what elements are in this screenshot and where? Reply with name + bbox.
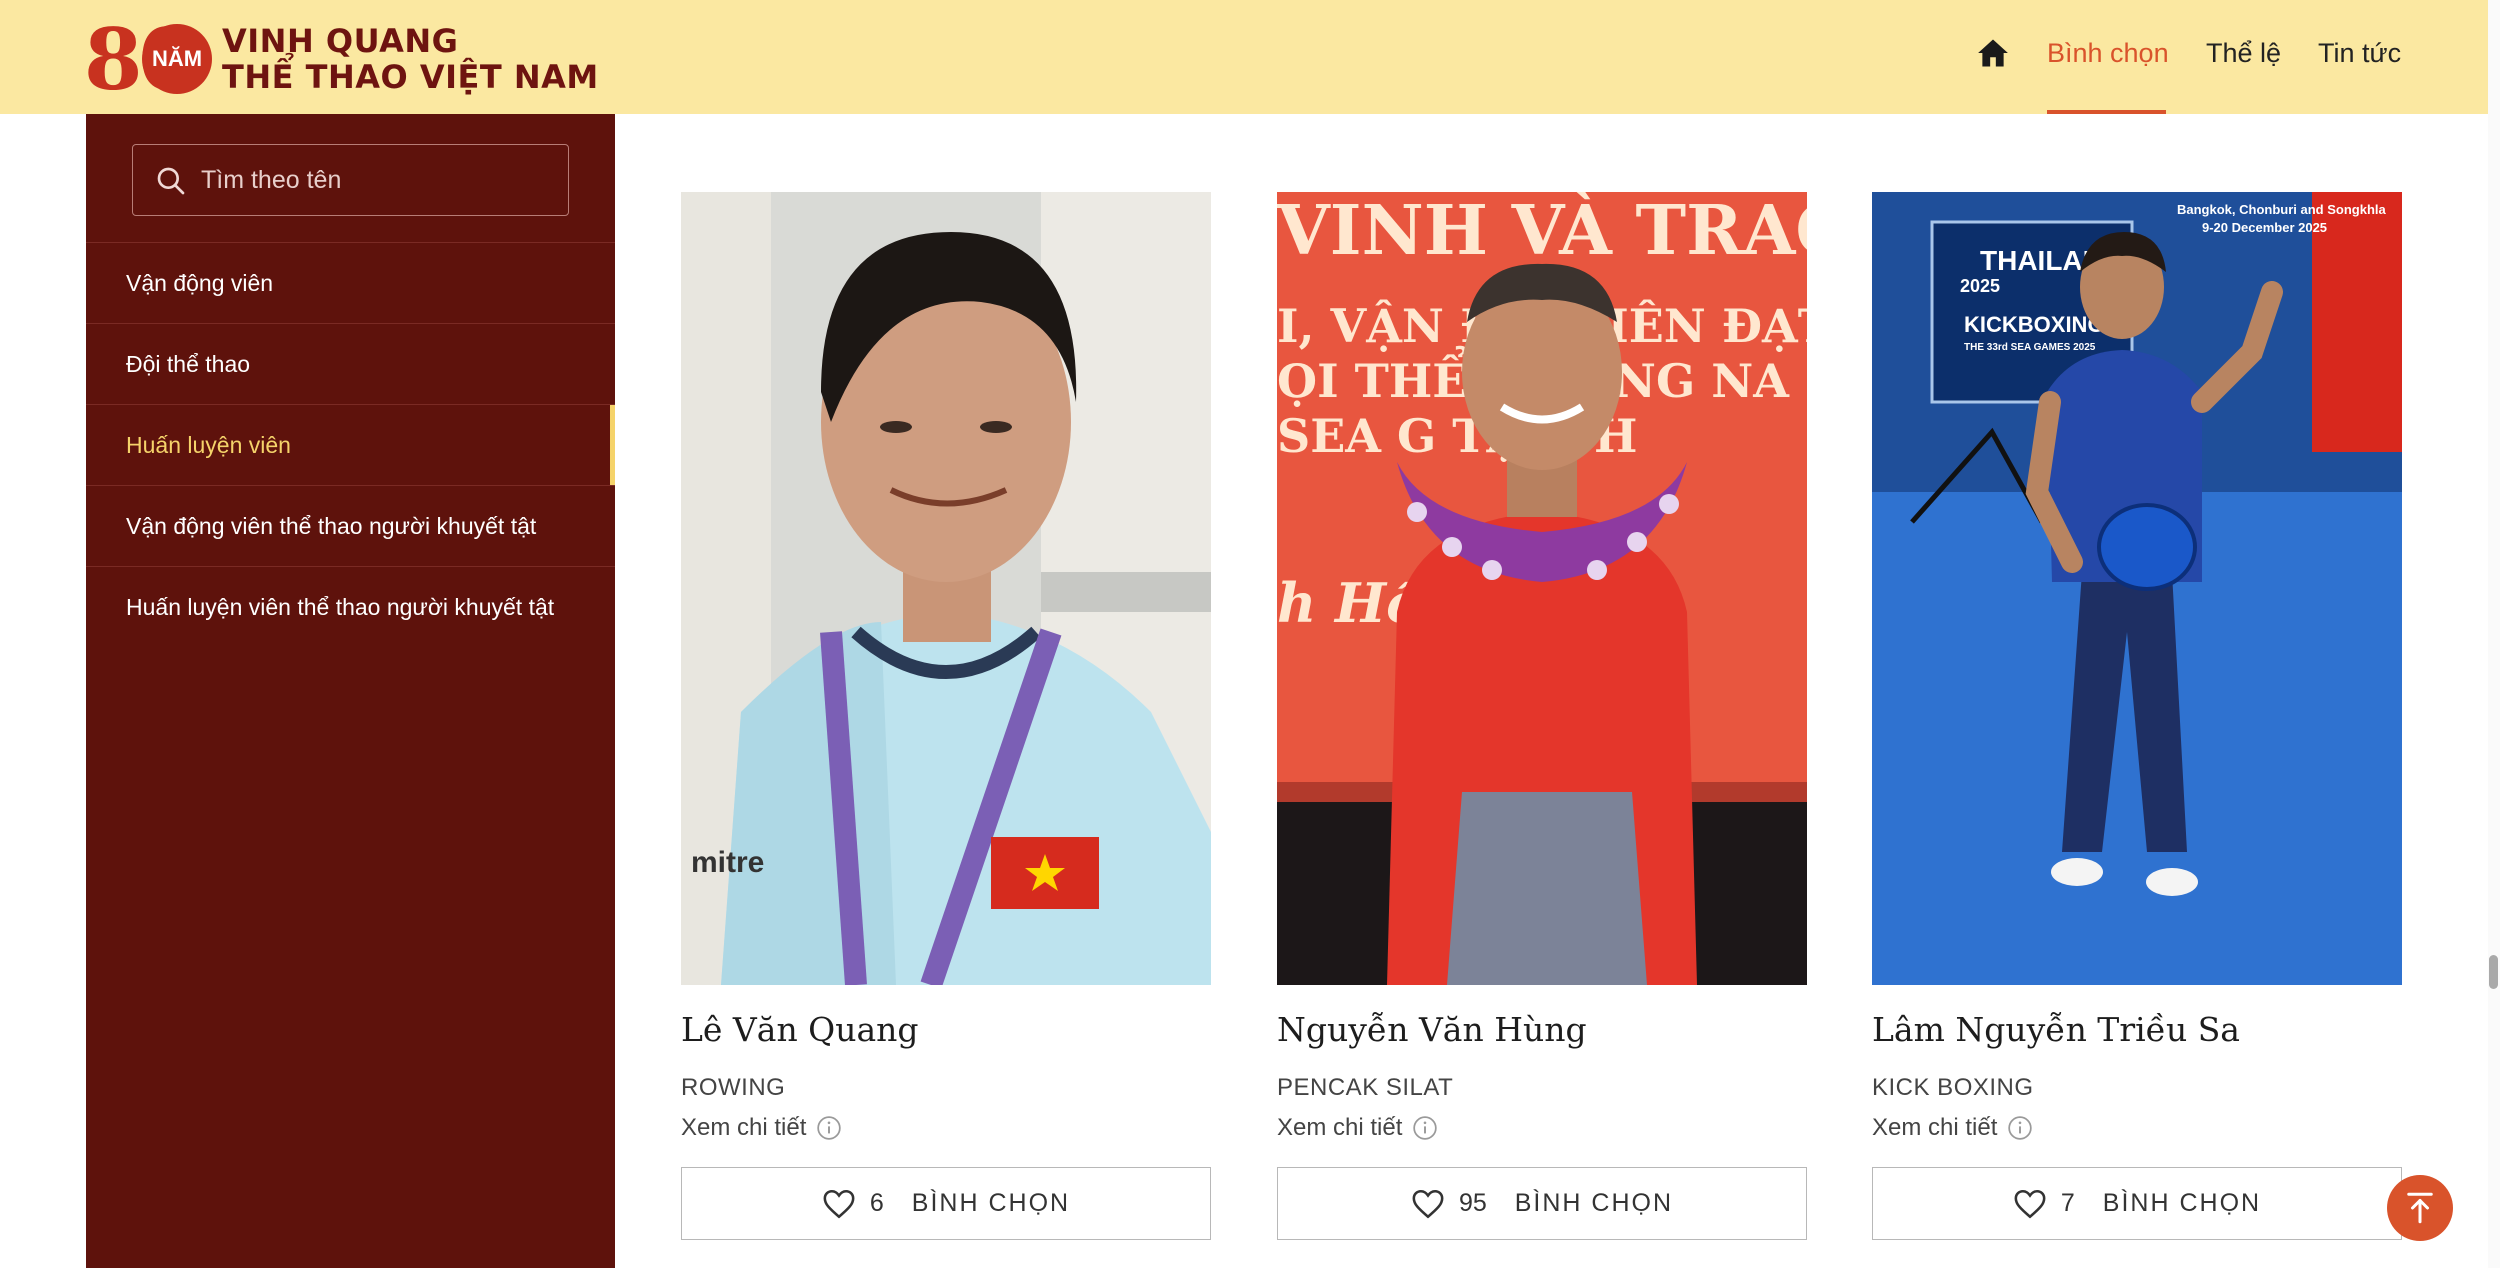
candidate-name: Nguyễn Văn Hùng	[1277, 1010, 1587, 1049]
banner-text: VINH VÀ TRAO	[1277, 192, 1807, 271]
logo-title-line2: THỂ THAO VIỆT NAM	[222, 58, 599, 96]
category-list: Vận động viên Đội thể thao Huấn luyện vi…	[86, 242, 615, 647]
view-detail-label: Xem chi tiết	[681, 1114, 807, 1141]
info-icon	[1413, 1116, 1438, 1140]
category-sidebar: Vận động viên Đội thể thao Huấn luyện vi…	[86, 114, 615, 1268]
vote-count: 6	[869, 1189, 884, 1217]
view-detail-label: Xem chi tiết	[1872, 1114, 1998, 1141]
logo-title-line1: VINH QUANG	[222, 22, 459, 60]
heart-icon	[2014, 1189, 2046, 1218]
heart-icon	[1412, 1189, 1444, 1218]
sign-text: Bangkok, Chonburi and Songkhla	[2177, 202, 2387, 217]
view-detail-link[interactable]: Xem chi tiết	[681, 1114, 842, 1142]
sign-text: KICKBOXING	[1964, 312, 2105, 337]
search-icon	[157, 167, 185, 195]
info-icon	[2008, 1116, 2033, 1140]
sidebar-item-huan-luyen-vien[interactable]: Huấn luyện viên	[86, 404, 615, 486]
sidebar-item-hlv-khuyet-tat[interactable]: Huấn luyện viên thể thao người khuyết tậ…	[86, 566, 615, 647]
candidate-photo[interactable]: mitre	[681, 192, 1211, 985]
site-header: 80 NĂM VINH QUANG THỂ THAO VIỆT NAM Bình…	[0, 0, 2488, 114]
nav-tin-tuc[interactable]: Tin tức	[2318, 38, 2401, 69]
arrow-up-icon	[2407, 1192, 2433, 1224]
search-box	[132, 144, 569, 216]
vote-button[interactable]: 95 BÌNH CHỌN	[1277, 1167, 1807, 1240]
candidate-sport: ROWING	[681, 1074, 786, 1101]
vote-count: 7	[2060, 1189, 2075, 1217]
nav-active-indicator	[2047, 110, 2166, 114]
search-input[interactable]	[201, 145, 551, 215]
sidebar-item-vdv-khuyet-tat[interactable]: Vận động viên thể thao người khuyết tật	[86, 485, 615, 566]
candidate-name: Lâm Nguyễn Triều Sa	[1872, 1010, 2240, 1049]
vote-button[interactable]: 7 BÌNH CHỌN	[1872, 1167, 2402, 1240]
vote-button[interactable]: 6 BÌNH CHỌN	[681, 1167, 1211, 1240]
view-detail-label: Xem chi tiết	[1277, 1114, 1403, 1141]
vote-label: BÌNH CHỌN	[2102, 1189, 2262, 1217]
vote-count: 95	[1458, 1189, 1487, 1217]
home-icon[interactable]	[1976, 36, 2010, 70]
page-scrollbar[interactable]	[2488, 0, 2500, 1268]
sign-text: THE 33rd SEA GAMES 2025	[1964, 342, 2096, 353]
nav-binh-chon[interactable]: Bình chọn	[2047, 38, 2169, 69]
sidebar-item-doi-the-thao[interactable]: Đội thể thao	[86, 323, 615, 404]
info-icon	[817, 1116, 842, 1140]
candidate-photo[interactable]: VINH VÀ TRAO I, VẬN Đ G VIÊN ĐẠT ỌI THỂ …	[1277, 192, 1807, 985]
candidate-sport: KICK BOXING	[1872, 1074, 2034, 1101]
sidebar-item-van-dong-vien[interactable]: Vận động viên	[86, 242, 615, 323]
site-logo[interactable]: 80 NĂM VINH QUANG THỂ THAO VIỆT NAM	[84, 12, 598, 108]
jersey-text: mitre	[691, 846, 764, 879]
nav-the-le[interactable]: Thể lệ	[2206, 38, 2281, 69]
heart-icon	[823, 1189, 855, 1218]
candidate-name: Lê Văn Quang	[681, 1010, 919, 1049]
view-detail-link[interactable]: Xem chi tiết	[1277, 1114, 1438, 1142]
candidate-sport: PENCAK SILAT	[1277, 1074, 1454, 1101]
logo-badge: NĂM	[142, 24, 212, 94]
vote-label: BÌNH CHỌN	[911, 1189, 1071, 1217]
scroll-to-top-button[interactable]	[2387, 1175, 2453, 1241]
scrollbar-thumb[interactable]	[2489, 955, 2498, 989]
candidate-photo[interactable]: THAILAND 2025 KICKBOXING THE 33rd SEA GA…	[1872, 192, 2402, 985]
sign-text: 9-20 December 2025	[2202, 220, 2327, 235]
view-detail-link[interactable]: Xem chi tiết	[1872, 1114, 2033, 1142]
sign-text: 2025	[1960, 276, 2000, 296]
vote-label: BÌNH CHỌN	[1514, 1189, 1674, 1217]
